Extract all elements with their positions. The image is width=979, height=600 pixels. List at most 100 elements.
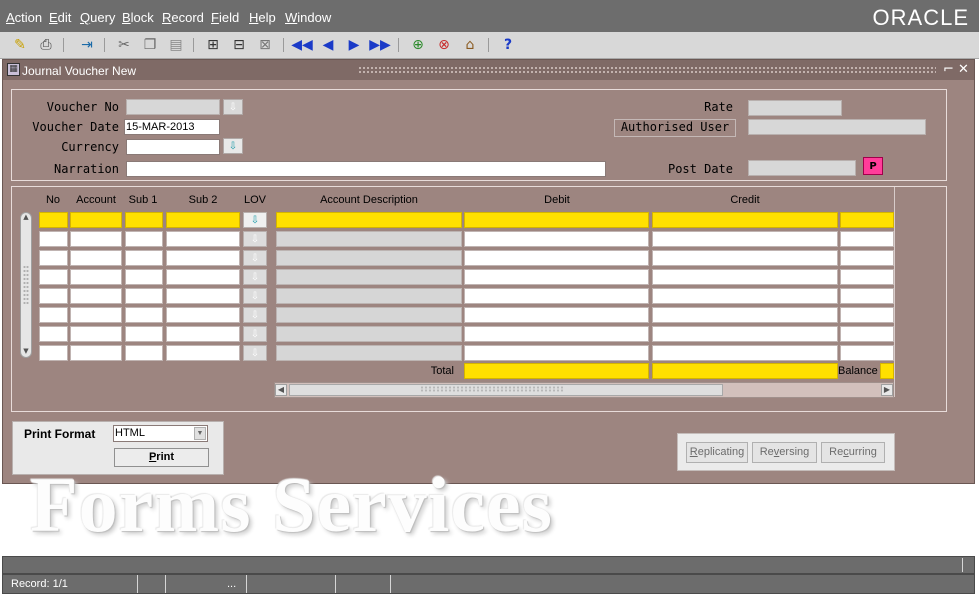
scroll-left-icon[interactable]: ◀ xyxy=(275,384,287,396)
narration-field[interactable] xyxy=(126,161,606,177)
cell-sub1[interactable] xyxy=(125,326,163,342)
cell-no[interactable] xyxy=(39,307,68,323)
cell-account[interactable] xyxy=(70,345,122,361)
menu-edit[interactable]: Edit xyxy=(49,10,71,25)
currency-field[interactable] xyxy=(126,139,220,155)
total-debit-field[interactable] xyxy=(464,363,649,379)
cell-account[interactable] xyxy=(70,231,122,247)
cell-sub2[interactable] xyxy=(166,231,240,247)
delete-record-icon[interactable]: ⊗ xyxy=(434,35,454,55)
voucher-no-lov-icon[interactable]: ⇩ xyxy=(223,99,243,115)
last-record-icon[interactable]: ▶▶ xyxy=(369,35,391,55)
cut-icon[interactable]: ✂ xyxy=(114,35,134,55)
cell-sub2[interactable] xyxy=(166,212,240,228)
cell-account[interactable] xyxy=(70,326,122,342)
menu-field[interactable]: Field xyxy=(211,10,239,25)
cell-account[interactable] xyxy=(70,269,122,285)
cell-debit[interactable] xyxy=(464,307,649,323)
first-record-icon[interactable]: ◀◀ xyxy=(291,35,313,55)
cell-sub1[interactable] xyxy=(125,231,163,247)
lines-vertical-scrollbar[interactable]: ▲ ▼ xyxy=(20,212,32,358)
cell-sub1[interactable] xyxy=(125,307,163,323)
help-icon[interactable]: ? xyxy=(498,35,518,55)
rate-field[interactable] xyxy=(748,100,842,116)
cell-extra[interactable] xyxy=(840,231,894,247)
menu-window[interactable]: Window xyxy=(285,10,331,25)
lov-icon[interactable]: ⇩ xyxy=(243,307,267,323)
cell-account-description[interactable] xyxy=(276,288,462,304)
cell-extra[interactable] xyxy=(840,288,894,304)
cell-extra[interactable] xyxy=(840,250,894,266)
print-format-select[interactable]: HTML ▼ xyxy=(113,425,208,442)
cell-sub2[interactable] xyxy=(166,269,240,285)
chevron-down-icon[interactable]: ▼ xyxy=(194,427,206,440)
menu-action[interactable]: Action xyxy=(6,10,42,25)
cell-extra[interactable] xyxy=(840,307,894,323)
cell-no[interactable] xyxy=(39,250,68,266)
cell-no[interactable] xyxy=(39,212,68,228)
cell-account[interactable] xyxy=(70,307,122,323)
post-date-field[interactable] xyxy=(748,160,856,176)
insert-record-icon[interactable]: ⊕ xyxy=(408,35,428,55)
cancel-query-icon[interactable]: ⊠ xyxy=(255,35,275,55)
cell-credit[interactable] xyxy=(652,250,838,266)
lines-horizontal-scrollbar[interactable]: ◀ ▶ xyxy=(274,382,894,398)
lov-icon[interactable]: ⇩ xyxy=(243,326,267,342)
cell-sub2[interactable] xyxy=(166,326,240,342)
minimize-icon[interactable]: ⌐ xyxy=(943,62,954,77)
cell-account-description[interactable] xyxy=(276,326,462,342)
lov-icon[interactable]: ⇩ xyxy=(243,345,267,361)
replicating-button[interactable]: Replicating xyxy=(686,442,748,463)
cell-account[interactable] xyxy=(70,250,122,266)
cell-credit[interactable] xyxy=(652,231,838,247)
recurring-button[interactable]: Recurring xyxy=(821,442,885,463)
cell-credit[interactable] xyxy=(652,288,838,304)
currency-lov-icon[interactable]: ⇩ xyxy=(223,138,243,154)
cell-debit[interactable] xyxy=(464,231,649,247)
cell-no[interactable] xyxy=(39,345,68,361)
cell-sub2[interactable] xyxy=(166,345,240,361)
voucher-no-field[interactable] xyxy=(126,99,220,115)
query-icon[interactable]: ⊞ xyxy=(203,35,223,55)
cell-credit[interactable] xyxy=(652,307,838,323)
list-values-icon[interactable]: ⌂ xyxy=(460,35,480,55)
menu-help[interactable]: Help xyxy=(249,10,276,25)
cell-extra[interactable] xyxy=(840,269,894,285)
cell-account-description[interactable] xyxy=(276,250,462,266)
lov-icon[interactable]: ⇩ xyxy=(243,250,267,266)
cell-debit[interactable] xyxy=(464,212,649,228)
lov-icon[interactable]: ⇩ xyxy=(243,231,267,247)
cell-extra[interactable] xyxy=(840,345,894,361)
scroll-right-icon[interactable]: ▶ xyxy=(881,384,893,396)
cell-sub2[interactable] xyxy=(166,307,240,323)
total-credit-field[interactable] xyxy=(652,363,838,379)
cell-account[interactable] xyxy=(70,288,122,304)
cell-account[interactable] xyxy=(70,212,122,228)
reversing-button[interactable]: Reversing xyxy=(752,442,817,463)
cell-sub1[interactable] xyxy=(125,250,163,266)
cell-debit[interactable] xyxy=(464,288,649,304)
authorised-user-field[interactable] xyxy=(748,119,926,135)
scroll-up-icon[interactable]: ▲ xyxy=(21,213,31,223)
cell-credit[interactable] xyxy=(652,212,838,228)
menu-record[interactable]: Record xyxy=(162,10,204,25)
cell-debit[interactable] xyxy=(464,345,649,361)
print-icon[interactable]: ⎙ xyxy=(36,35,56,55)
cell-sub1[interactable] xyxy=(125,288,163,304)
cell-sub2[interactable] xyxy=(166,288,240,304)
menu-block[interactable]: Block xyxy=(122,10,154,25)
cell-account-description[interactable] xyxy=(276,345,462,361)
cell-no[interactable] xyxy=(39,326,68,342)
lov-icon[interactable]: ⇩ xyxy=(243,288,267,304)
menu-query[interactable]: Query xyxy=(80,10,115,25)
cell-credit[interactable] xyxy=(652,345,838,361)
cell-account-description[interactable] xyxy=(276,307,462,323)
cell-debit[interactable] xyxy=(464,269,649,285)
cell-account-description[interactable] xyxy=(276,231,462,247)
paste-icon[interactable]: ▤ xyxy=(166,35,186,55)
cell-credit[interactable] xyxy=(652,326,838,342)
save-icon[interactable]: ✎ xyxy=(10,35,30,55)
cell-debit[interactable] xyxy=(464,326,649,342)
execute-query-icon[interactable]: ⊟ xyxy=(229,35,249,55)
cell-debit[interactable] xyxy=(464,250,649,266)
